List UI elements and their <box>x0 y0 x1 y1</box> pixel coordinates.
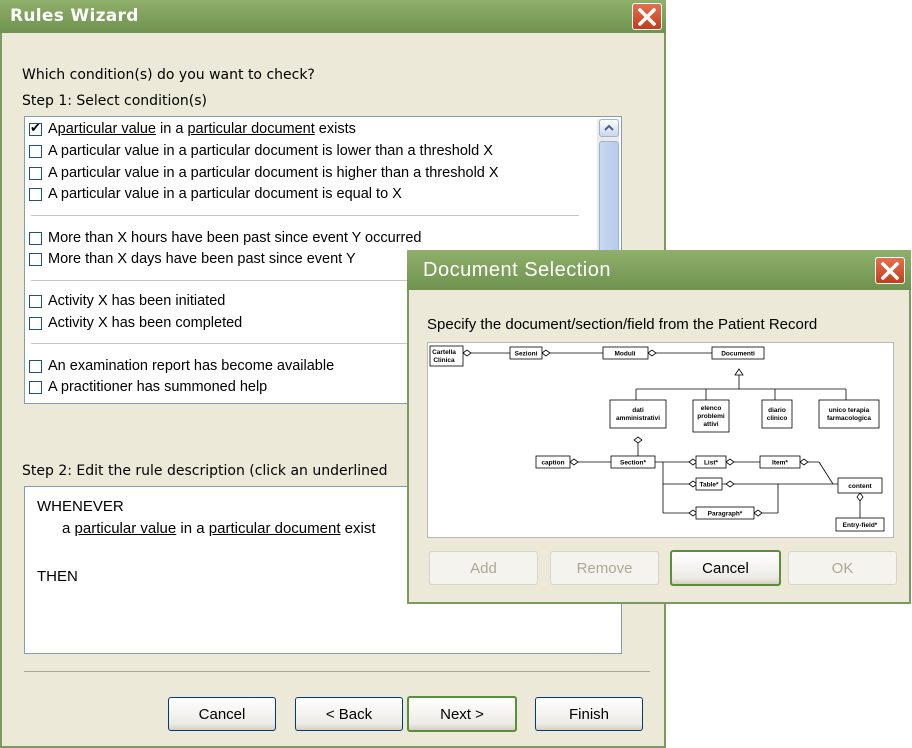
close-icon <box>638 8 656 26</box>
condition-checkbox[interactable] <box>29 359 42 373</box>
node-sezioni: Sezioni <box>515 351 538 358</box>
scroll-up-button[interactable] <box>599 119 619 137</box>
next-button[interactable]: Next > <box>407 696 517 732</box>
condition-checkbox[interactable] <box>29 231 42 245</box>
close-icon <box>881 262 899 280</box>
docsel-title: Document Selection <box>423 259 611 281</box>
docsel-cancel-button[interactable]: Cancel <box>670 550 781 586</box>
condition-text: More than X days have been past since ev… <box>48 251 356 267</box>
condition-item[interactable]: A practitioner has summoned help <box>29 377 267 397</box>
chevron-up-icon <box>604 124 614 131</box>
condition-text: More than X hours have been past since e… <box>48 230 422 246</box>
condition-text: A practitioner has summoned help <box>48 379 268 395</box>
node-paragraph: Paragraph* <box>708 511 743 518</box>
footer-divider <box>24 671 650 672</box>
then-keyword: THEN <box>37 568 78 585</box>
docsel-close-button[interactable] <box>875 257 905 284</box>
condition-text: Activity X has been completed <box>48 315 243 331</box>
condition-text: Activity X has been initiated <box>48 293 226 309</box>
node-elenco-line2: problemi <box>697 413 725 420</box>
condition-checkbox[interactable] <box>29 380 42 394</box>
condition-text: A <box>48 121 58 137</box>
condition-text: An examination report has become availab… <box>48 358 335 374</box>
condition-text: A particular value in a particular docum… <box>48 165 499 181</box>
node-cartella-line1: Cartella <box>432 349 456 356</box>
condition-item[interactable]: An examination report has become availab… <box>29 356 334 376</box>
condition-checkbox[interactable] <box>29 144 42 158</box>
node-dati-line1: dati <box>632 407 644 414</box>
node-table: Table* <box>699 482 718 489</box>
node-entry-field: Entry-field* <box>843 522 878 529</box>
condition-checkbox[interactable] <box>29 166 42 180</box>
node-diario-line1: diario <box>768 407 786 414</box>
condition-text: A particular value in a particular docum… <box>48 186 402 202</box>
docsel-instruction: Specify the document/section/field from … <box>427 316 818 333</box>
step1-label: Step 1: Select condition(s) <box>22 93 207 109</box>
node-diario-line2: clinico <box>767 415 788 422</box>
condition-item[interactable]: A particular value in a particular docum… <box>29 184 402 204</box>
condition-checkbox[interactable] <box>29 187 42 201</box>
rule-text: exist <box>340 520 376 537</box>
record-structure-diagram[interactable]: Cartella Clinica Sezioni Moduli Document… <box>428 343 893 537</box>
condition-item[interactable]: A particular value in a particular docum… <box>29 141 493 161</box>
step2-label: Step 2: Edit the rule description (click… <box>22 463 388 479</box>
condition-item[interactable]: A particular value in a particular docum… <box>29 119 356 139</box>
node-item: Item* <box>772 460 788 467</box>
node-documenti: Documenti <box>721 351 755 358</box>
condition-item[interactable]: More than X hours have been past since e… <box>29 228 421 248</box>
node-elenco-line1: elenco <box>701 405 722 412</box>
node-elenco-line3: attivi <box>703 421 718 428</box>
node-unico-line1: unico terapia <box>829 407 870 414</box>
particular-value-link[interactable]: particular value <box>58 121 156 137</box>
node-dati-line2: amministrativi <box>616 415 660 422</box>
node-content: content <box>848 483 872 490</box>
ok-button[interactable]: OK <box>788 551 897 585</box>
rule-text: a <box>62 520 75 537</box>
finish-button[interactable]: Finish <box>535 697 643 731</box>
remove-button[interactable]: Remove <box>550 551 659 585</box>
condition-text: A particular value in a particular docum… <box>48 143 493 159</box>
condition-checkbox[interactable] <box>29 294 42 308</box>
node-section: Section* <box>620 460 646 467</box>
condition-text: exists <box>314 121 356 137</box>
particular-document-link[interactable]: particular document <box>187 121 314 137</box>
wizard-title: Rules Wizard <box>10 6 139 26</box>
back-button[interactable]: < Back <box>295 697 403 731</box>
condition-group-divider <box>31 215 579 216</box>
docsel-titlebar[interactable]: Document Selection <box>407 250 911 290</box>
condition-prompt: Which condition(s) do you want to check? <box>22 67 315 83</box>
node-unico-line2: farmacologica <box>827 415 871 422</box>
condition-checkbox[interactable] <box>29 120 42 136</box>
whenever-keyword: WHENEVER <box>37 498 124 515</box>
add-button[interactable]: Add <box>429 551 538 585</box>
condition-item[interactable]: A particular value in a particular docum… <box>29 163 499 183</box>
node-caption: caption <box>541 460 564 467</box>
condition-checkbox[interactable] <box>29 316 42 330</box>
particular-value-link[interactable]: particular value <box>75 520 177 537</box>
rule-text: in a <box>176 520 209 537</box>
cancel-button[interactable]: Cancel <box>168 697 276 731</box>
rule-condition-line: a particular value in a particular docum… <box>62 520 376 537</box>
condition-item[interactable]: Activity X has been initiated <box>29 291 225 311</box>
node-list: List* <box>704 460 719 467</box>
particular-document-link[interactable]: particular document <box>209 520 341 537</box>
wizard-titlebar[interactable]: Rules Wizard <box>0 0 666 33</box>
condition-text: in a <box>156 121 188 137</box>
condition-checkbox[interactable] <box>29 252 42 266</box>
condition-item[interactable]: Activity X has been completed <box>29 313 242 333</box>
node-moduli: Moduli <box>615 351 636 358</box>
condition-item[interactable]: More than X days have been past since ev… <box>29 249 356 269</box>
document-selection-dialog: Document Selection Specify the document/… <box>407 250 911 604</box>
wizard-close-button[interactable] <box>632 3 662 30</box>
node-cartella-line2: Clinica <box>433 357 455 364</box>
patient-record-diagram[interactable]: Cartella Clinica Sezioni Moduli Document… <box>427 342 894 538</box>
